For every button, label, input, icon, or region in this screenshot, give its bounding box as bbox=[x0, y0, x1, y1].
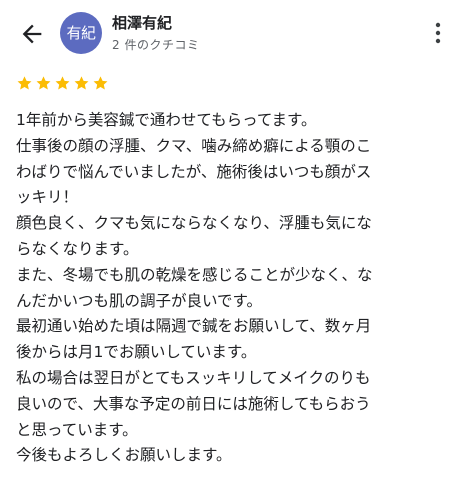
more-vert-icon bbox=[435, 22, 441, 44]
review-line: と思っています。 bbox=[16, 420, 138, 439]
review-line: 今後もよろしくお願いします。 bbox=[16, 446, 232, 465]
author-name[interactable]: 相澤有紀 bbox=[112, 12, 172, 33]
review-line: んだかいつも肌の調子が良いです。 bbox=[16, 291, 262, 310]
review-line: 後からは月1でお願いしています。 bbox=[16, 343, 257, 362]
review-line: 1年前から美容鍼で通わせてもらってます。 bbox=[16, 111, 317, 129]
review-line: 顔色良く、クマも気にならなくなり、浮腫も気にな bbox=[16, 214, 372, 233]
review-line: 仕事後の顔の浮腫、クマ、噛み締め癖による顎のこ bbox=[16, 136, 372, 155]
star-icon bbox=[93, 76, 108, 90]
arrow-back-icon bbox=[22, 24, 42, 44]
review-line: らなくなります。 bbox=[16, 239, 139, 258]
review-line: また、冬場でも肌の乾燥を感じることが少なく、な bbox=[16, 265, 373, 284]
review-line: 私の場合は翌日がとてもスッキリしてメイクのりも bbox=[16, 368, 371, 387]
review-line: ッキリ！ bbox=[16, 188, 79, 207]
star-rating bbox=[16, 72, 109, 96]
star-icon bbox=[17, 76, 32, 90]
star-icon bbox=[55, 76, 70, 90]
review-line: 最初通い始めた頃は隔週で鍼をお願いして、数ヶ月 bbox=[16, 317, 372, 336]
review-line: わばりで悩んでいましたが、施術後はいつも顔がス bbox=[16, 162, 372, 181]
review-text: 1年前から美容鍼で通わせてもらってます。仕事後の顔の浮腫、クマ、噛み締め癖による… bbox=[16, 108, 456, 469]
star-icon bbox=[74, 76, 89, 90]
review-header: 有紀 相澤有紀 2 件のクチコミ bbox=[0, 0, 470, 70]
avatar[interactable]: 有紀 bbox=[60, 12, 102, 54]
review-line: 良いので、大事な予定の前日には施術してもらおう bbox=[16, 394, 371, 413]
review-count: 2 件のクチコミ bbox=[112, 38, 200, 52]
back-button[interactable] bbox=[18, 20, 46, 48]
more-options-button[interactable] bbox=[428, 20, 448, 46]
star-icon bbox=[36, 76, 51, 90]
